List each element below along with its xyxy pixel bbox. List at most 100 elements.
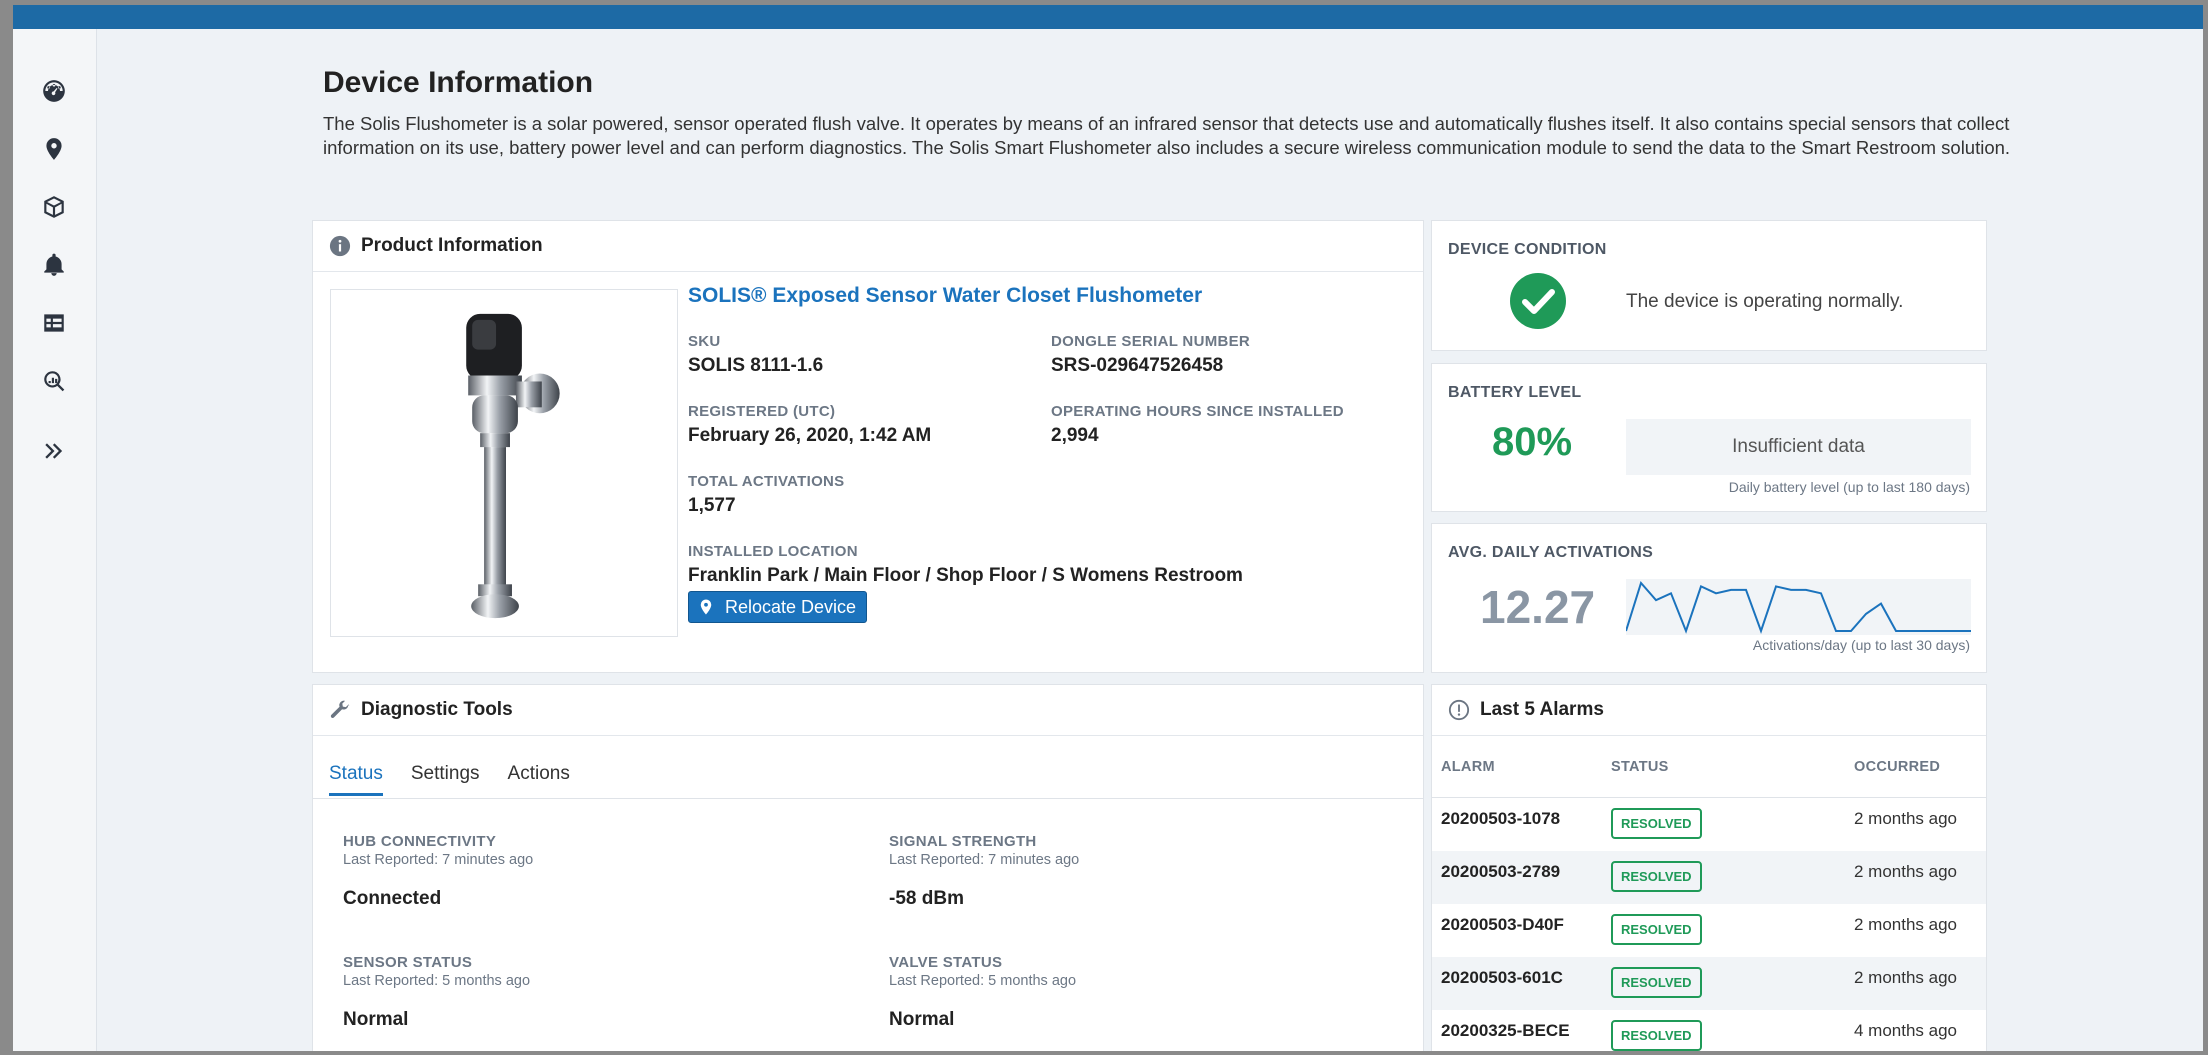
product-name-link[interactable]: SOLIS® Exposed Sensor Water Closet Flush… xyxy=(688,284,1202,308)
app-window: Device Information The Solis Flushometer… xyxy=(13,5,2203,1051)
location-pin-icon[interactable] xyxy=(40,135,68,163)
status-badge: RESOLVED xyxy=(1611,913,1702,945)
device-condition-card: DEVICE CONDITION The device is operating… xyxy=(1431,220,1987,351)
total-activations-field: TOTAL ACTIVATIONS 1,577 xyxy=(688,473,844,517)
status-badge: RESOLVED xyxy=(1611,1019,1702,1051)
table-row[interactable]: 20200503-2789 RESOLVED 2 months ago xyxy=(1432,850,1986,904)
registered-label: REGISTERED (UTC) xyxy=(688,403,836,420)
sku-label: SKU xyxy=(688,333,721,350)
avg-daily-activations-title: AVG. DAILY ACTIVATIONS xyxy=(1448,544,1654,561)
check-circle-icon xyxy=(1510,273,1566,334)
last-alarms-header: Last 5 Alarms xyxy=(1432,685,1986,736)
device-condition-message: The device is operating normally. xyxy=(1626,291,1904,312)
table-row[interactable]: 20200503-1078 RESOLVED 2 months ago xyxy=(1432,798,1986,851)
dongle-serial-value: SRS-029647526458 xyxy=(1051,355,1224,376)
bell-icon[interactable] xyxy=(40,251,68,279)
alarm-id[interactable]: 20200503-2789 xyxy=(1432,850,1602,904)
battery-level-value: 80% xyxy=(1492,420,1573,464)
registered-value: February 26, 2020, 1:42 AM xyxy=(688,425,932,446)
diagnostic-tools-title: Diagnostic Tools xyxy=(361,699,513,720)
installed-location-field: INSTALLED LOCATION Franklin Park / Main … xyxy=(688,543,1243,587)
wrench-icon xyxy=(329,699,351,721)
signal-strength-value: -58 dBm xyxy=(889,888,964,909)
relocate-device-button[interactable]: Relocate Device xyxy=(688,591,868,623)
alarm-occurred: 2 months ago xyxy=(1845,956,1986,1010)
alarm-id[interactable]: 20200503-1078 xyxy=(1432,798,1602,851)
tab-actions[interactable]: Actions xyxy=(508,763,570,796)
tab-settings[interactable]: Settings xyxy=(411,763,480,796)
alarm-status-cell: RESOLVED xyxy=(1602,904,1845,957)
installed-location-label: INSTALLED LOCATION xyxy=(688,543,858,560)
alarm-occurred: 2 months ago xyxy=(1854,914,1958,934)
operating-hours-label: OPERATING HOURS SINCE INSTALLED xyxy=(1051,403,1344,420)
signal-strength-reported: Last Reported: 7 minutes ago xyxy=(889,852,1080,868)
signal-strength-item: SIGNAL STRENGTH Last Reported: 7 minutes… xyxy=(889,833,1079,910)
table-row[interactable]: 20200325-BECE RESOLVED 4 months ago xyxy=(1432,1010,1986,1052)
installed-location-value: Franklin Park / Main Floor / Shop Floor … xyxy=(688,565,1243,586)
diagnostic-tools-header: Diagnostic Tools xyxy=(313,685,1423,736)
battery-chart-placeholder: Insufficient data xyxy=(1626,419,1971,475)
valve-status-label: VALVE STATUS xyxy=(889,954,1003,971)
alarm-status-cell: RESOLVED xyxy=(1602,956,1845,1010)
top-bar xyxy=(13,5,2203,29)
alarm-occurred: 2 months ago xyxy=(1854,809,1958,828)
activations-chart-caption: Activations/day (up to last 30 days) xyxy=(1752,637,1970,653)
sku-value: SOLIS 8111-1.6 xyxy=(688,355,824,376)
sidebar xyxy=(13,29,97,1051)
total-activations-value: 1,577 xyxy=(688,495,736,516)
total-activations-label: TOTAL ACTIVATIONS xyxy=(688,473,845,490)
last-alarms-title: Last 5 Alarms xyxy=(1480,699,1604,720)
column-header-occurred[interactable]: OCCURRED xyxy=(1845,737,1986,798)
location-pin-icon xyxy=(700,599,712,615)
sensor-status-label: SENSOR STATUS xyxy=(343,954,473,971)
battery-chart-caption: Daily battery level (up to last 180 days… xyxy=(1728,479,1970,495)
product-image xyxy=(330,289,678,637)
alarm-status-cell: RESOLVED xyxy=(1602,1010,1845,1052)
last-alarms-card: Last 5 Alarms ALARM STATUS OCCURRED 2020… xyxy=(1431,684,1987,1051)
alarm-id[interactable]: 20200325-BECE xyxy=(1432,1010,1602,1052)
status-badge: RESOLVED xyxy=(1611,860,1702,892)
alarm-occurred: 4 months ago xyxy=(1854,1020,1958,1040)
activations-sparkline xyxy=(1625,579,1971,635)
avg-daily-activations-card: AVG. DAILY ACTIVATIONS 12.27 Activations… xyxy=(1431,523,1987,673)
registered-field: REGISTERED (UTC) February 26, 2020, 1:42… xyxy=(688,403,931,447)
table-icon[interactable] xyxy=(40,309,68,337)
relocate-device-label: Relocate Device xyxy=(725,596,857,617)
hub-connectivity-item: HUB CONNECTIVITY Last Reported: 7 minute… xyxy=(343,833,533,910)
alarm-status-cell: RESOLVED xyxy=(1602,850,1845,904)
search-analytics-icon[interactable] xyxy=(40,367,68,395)
tabs-divider xyxy=(313,798,1423,799)
signal-strength-label: SIGNAL STRENGTH xyxy=(889,833,1037,850)
column-header-status[interactable]: STATUS xyxy=(1602,737,1845,798)
cube-icon[interactable] xyxy=(40,193,68,221)
battery-level-card: BATTERY LEVEL 80% Insufficient data Dail… xyxy=(1431,363,1987,512)
product-information-card: Product Information SOLIS® Exposed Senso… xyxy=(312,220,1424,673)
sensor-status-reported: Last Reported: 5 months ago xyxy=(343,973,531,989)
hub-connectivity-reported: Last Reported: 7 minutes ago xyxy=(343,852,534,868)
alarm-id[interactable]: 20200503-D40F xyxy=(1432,904,1602,957)
alarm-id[interactable]: 20200503-601C xyxy=(1432,956,1602,1010)
alarms-table: ALARM STATUS OCCURRED 20200503-1078 RESO… xyxy=(1432,737,1986,1051)
valve-status-item: VALVE STATUS Last Reported: 5 months ago… xyxy=(889,954,1076,1031)
device-condition-title: DEVICE CONDITION xyxy=(1448,241,1607,258)
dongle-serial-label: DONGLE SERIAL NUMBER xyxy=(1051,333,1251,350)
column-header-alarm[interactable]: ALARM xyxy=(1432,737,1602,798)
table-row[interactable]: 20200503-D40F RESOLVED 2 months ago xyxy=(1432,904,1986,957)
chevron-double-right-icon[interactable] xyxy=(40,437,68,465)
hub-connectivity-label: HUB CONNECTIVITY xyxy=(343,833,497,850)
main-content: Device Information The Solis Flushometer… xyxy=(96,29,2203,1051)
alert-circle-icon xyxy=(1448,699,1470,721)
battery-level-title: BATTERY LEVEL xyxy=(1448,384,1582,401)
status-badge: RESOLVED xyxy=(1611,966,1702,998)
alarm-occurred: 2 months ago xyxy=(1845,850,1986,904)
page-title: Device Information xyxy=(323,66,594,99)
dashboard-icon[interactable] xyxy=(40,77,68,105)
operating-hours-field: OPERATING HOURS SINCE INSTALLED 2,994 xyxy=(1051,403,1344,447)
avg-daily-activations-value: 12.27 xyxy=(1480,581,1596,633)
sensor-status-value: Normal xyxy=(343,1009,409,1030)
tab-status[interactable]: Status xyxy=(329,763,383,796)
dongle-serial-field: DONGLE SERIAL NUMBER SRS-029647526458 xyxy=(1051,333,1250,377)
product-information-title: Product Information xyxy=(361,235,543,256)
info-icon xyxy=(329,235,351,257)
table-row[interactable]: 20200503-601C RESOLVED 2 months ago xyxy=(1432,956,1986,1010)
